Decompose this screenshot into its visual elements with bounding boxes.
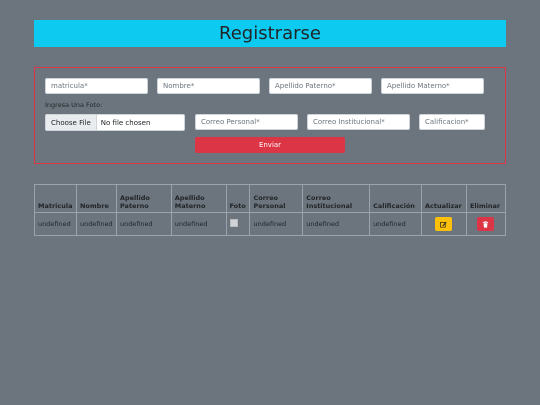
cell-calificacion: undefined [369,212,422,236]
edit-button[interactable] [435,217,453,231]
cell-eliminar [465,212,507,236]
page-header: Registrarse [34,20,506,47]
col-calificacion: Calificación [369,184,422,213]
page-title: Registrarse [219,23,321,44]
col-apellido-paterno: Apellido Paterno [115,184,172,213]
correo-institucional-input[interactable]: Correo Institucional* [307,114,410,130]
cell-actualizar [421,212,467,236]
choose-file-button[interactable]: Choose File [46,115,97,130]
students-table: Matricula Nombre Apellido Paterno Apelli… [34,184,507,236]
matricula-input[interactable]: matricula* [45,78,148,94]
broken-image-icon [229,219,238,227]
cell-correo-personal: undefined [249,212,304,236]
col-nombre: Nombre [75,184,117,213]
cell-foto [225,212,251,236]
cell-apellido-materno: undefined [170,212,227,236]
nombre-input[interactable]: Nombre* [157,78,260,94]
delete-button[interactable] [477,217,495,231]
correo-personal-input[interactable]: Correo Personal* [195,114,298,130]
col-correo-personal: Correo Personal [249,184,304,213]
calificacion-input[interactable]: Calificacion* [419,114,485,130]
col-eliminar: Eliminar [465,184,507,213]
trash-icon [483,220,489,228]
pencil-square-icon [440,221,448,227]
foto-label: Ingresa Una Foto: [45,101,103,109]
col-actualizar: Actualizar [421,184,467,213]
col-apellido-materno: Apellido Materno [170,184,227,213]
cell-matricula: undefined [34,212,77,236]
table-row: undefined undefined undefined undefined … [34,212,507,236]
col-correo-institucional: Correo Institucional [302,184,371,213]
col-matricula: Matricula [34,184,77,213]
table-header-row: Matricula Nombre Apellido Paterno Apelli… [34,184,507,213]
apellido-materno-input[interactable]: Apellido Materno* [381,78,484,94]
foto-file-input[interactable]: Choose File No file chosen [45,114,185,131]
submit-button[interactable]: Enviar [195,137,345,153]
cell-apellido-paterno: undefined [115,212,172,236]
cell-correo-institucional: undefined [302,212,371,236]
apellido-paterno-input[interactable]: Apellido Paterno* [269,78,372,94]
file-status: No file chosen [100,118,151,127]
col-foto: Foto [225,184,251,213]
cell-nombre: undefined [75,212,117,236]
